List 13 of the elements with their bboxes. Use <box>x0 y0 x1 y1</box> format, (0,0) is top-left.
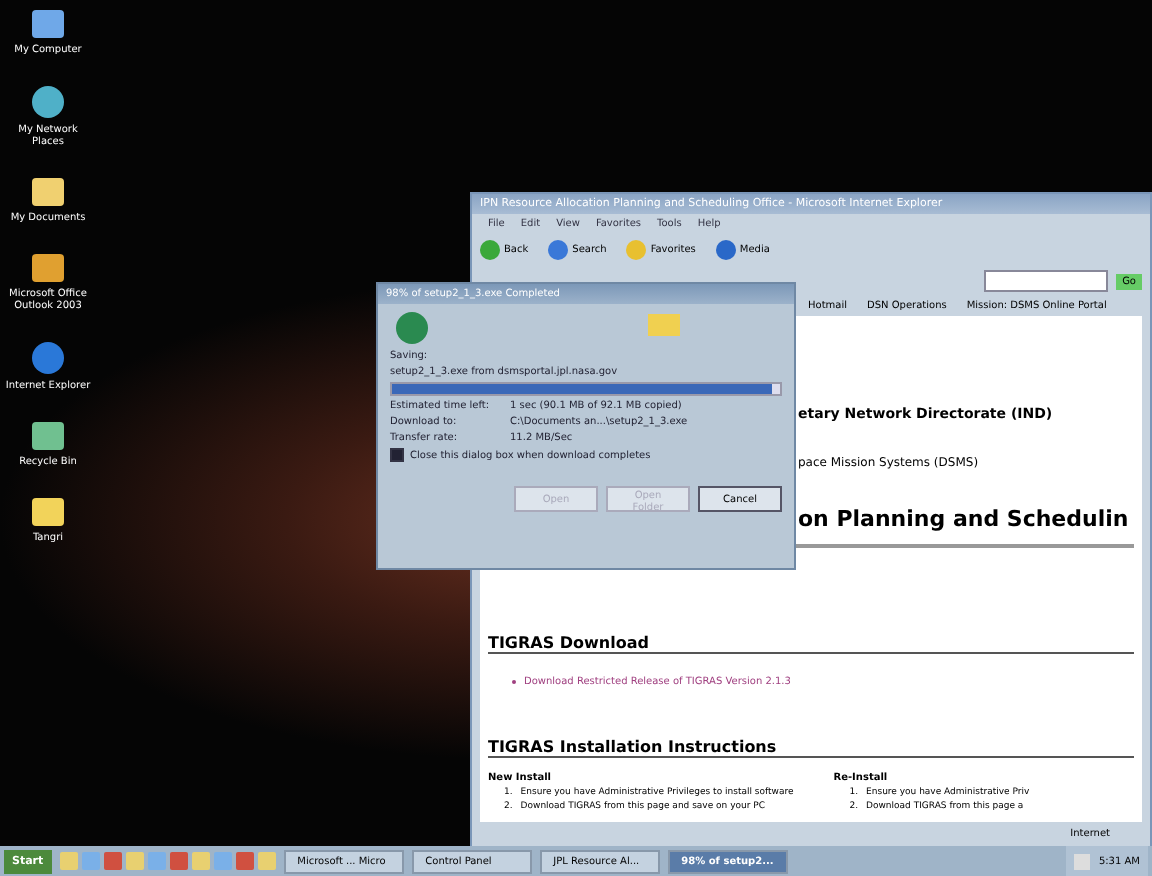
section-heading: TIGRAS Download <box>488 634 1134 654</box>
address-field[interactable] <box>984 270 1109 292</box>
folder-icon <box>646 310 682 338</box>
section-heading: TIGRAS Installation Instructions <box>488 738 1134 758</box>
folder-icon[interactable] <box>30 176 66 208</box>
tray-icon[interactable] <box>1074 853 1091 869</box>
toolbar-icon <box>548 240 569 260</box>
toolbar-icon <box>715 240 736 260</box>
toolbar-icon <box>626 240 647 260</box>
page-heading: on Planning and Schedulin <box>798 506 1129 532</box>
toolbar-icon <box>480 240 500 260</box>
folder-icon[interactable] <box>30 496 66 528</box>
checkbox[interactable] <box>390 448 404 462</box>
